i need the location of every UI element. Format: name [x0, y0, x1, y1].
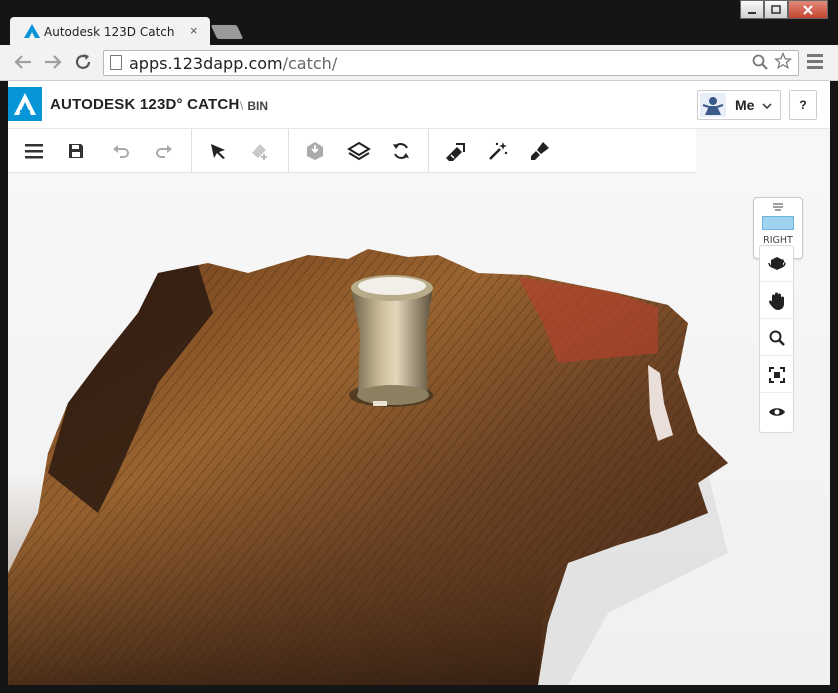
- brush-icon: [531, 142, 549, 160]
- select-button[interactable]: [203, 137, 233, 165]
- redo-icon: [156, 145, 172, 158]
- orbit-button[interactable]: [760, 246, 793, 282]
- fill-button[interactable]: [300, 137, 330, 165]
- app-header: AUTODESK 123D° CATCH \ BIN Me ?: [8, 81, 830, 129]
- select-icon: [211, 144, 225, 159]
- user-menu-button[interactable]: Me: [697, 90, 781, 120]
- menu-icon: [25, 144, 43, 159]
- undo-icon: [113, 145, 129, 158]
- brush-button[interactable]: [525, 137, 555, 165]
- measure-icon: [446, 143, 465, 161]
- erase-icon: [252, 144, 267, 160]
- magnifier-icon[interactable]: [752, 54, 768, 70]
- window-frame-right: [830, 81, 838, 693]
- measure-button[interactable]: [440, 137, 470, 165]
- orbit-icon: [767, 256, 786, 270]
- zoom-button[interactable]: [760, 320, 793, 356]
- save-icon: [69, 144, 83, 158]
- page-icon: [110, 55, 122, 70]
- back-arrow-icon[interactable]: [14, 54, 32, 70]
- menu-button[interactable]: [19, 137, 49, 165]
- minimize-icon: [748, 11, 756, 14]
- browser-menu-icon[interactable]: [807, 54, 823, 72]
- fit-button[interactable]: [760, 357, 793, 393]
- window-frame-bottom: [0, 685, 838, 693]
- avatar: [700, 93, 726, 117]
- cube-axis-icon: [773, 203, 783, 211]
- minimize-button[interactable]: [740, 0, 764, 19]
- zoom-icon: [769, 330, 785, 346]
- close-icon: [803, 4, 813, 15]
- browser-tab[interactable]: Autodesk 123D Catch ×: [10, 17, 210, 45]
- window-controls: [740, 0, 828, 19]
- browser-navbar: apps.123dapp.com/catch/: [0, 45, 838, 81]
- main-toolbar: [8, 129, 696, 173]
- forward-arrow-icon[interactable]: [44, 54, 62, 70]
- fit-icon: [768, 366, 785, 383]
- breadcrumb[interactable]: \ BIN: [240, 99, 268, 113]
- help-button[interactable]: ?: [789, 90, 817, 120]
- fill-icon: [307, 142, 323, 160]
- chevron-down-icon: [762, 103, 772, 110]
- view-cube-face[interactable]: [762, 216, 794, 230]
- bookmark-star-icon[interactable]: [774, 52, 792, 70]
- close-button[interactable]: [788, 0, 828, 19]
- toolbar-divider: [191, 129, 192, 173]
- layers-icon: [347, 141, 371, 161]
- view-button[interactable]: [760, 394, 793, 430]
- pan-button[interactable]: [760, 283, 793, 319]
- erase-selection-button[interactable]: [245, 137, 275, 165]
- viewport-corner: [696, 129, 830, 173]
- redo-button[interactable]: [149, 137, 179, 165]
- magic-wand-icon: [489, 142, 508, 160]
- new-tab-button[interactable]: [210, 25, 244, 39]
- reload-icon[interactable]: [74, 53, 92, 71]
- pan-icon: [768, 292, 784, 310]
- magic-wand-button[interactable]: [483, 137, 513, 165]
- layers-button[interactable]: [344, 137, 374, 165]
- window-frame-left: [0, 81, 8, 693]
- toolbar-divider: [428, 129, 429, 173]
- maximize-icon: [771, 4, 781, 14]
- undo-button[interactable]: [106, 137, 136, 165]
- refresh-button[interactable]: [386, 137, 416, 165]
- tab-title: Autodesk 123D Catch: [44, 25, 175, 39]
- autodesk-logo[interactable]: [8, 87, 42, 121]
- refresh-icon: [393, 143, 409, 159]
- save-button[interactable]: [61, 137, 91, 165]
- maximize-button[interactable]: [764, 0, 788, 19]
- browser-titlebar: Autodesk 123D Catch ×: [0, 0, 838, 45]
- 3d-viewport[interactable]: RIGHT: [8, 173, 830, 685]
- toolbar-divider: [288, 129, 289, 173]
- address-bar[interactable]: apps.123dapp.com/catch/: [103, 50, 799, 76]
- eye-icon: [768, 408, 785, 416]
- autodesk-favicon-icon: [24, 24, 40, 38]
- tab-close-icon[interactable]: ×: [190, 23, 198, 38]
- url-text: apps.123dapp.com/catch/: [129, 54, 338, 73]
- scanned-floor-mesh[interactable]: [8, 173, 830, 685]
- navigation-toolbar: [759, 245, 794, 433]
- autodesk-a-icon: [14, 93, 36, 115]
- app-brand-title: AUTODESK 123D° CATCH: [50, 96, 240, 113]
- user-name: Me: [735, 97, 755, 113]
